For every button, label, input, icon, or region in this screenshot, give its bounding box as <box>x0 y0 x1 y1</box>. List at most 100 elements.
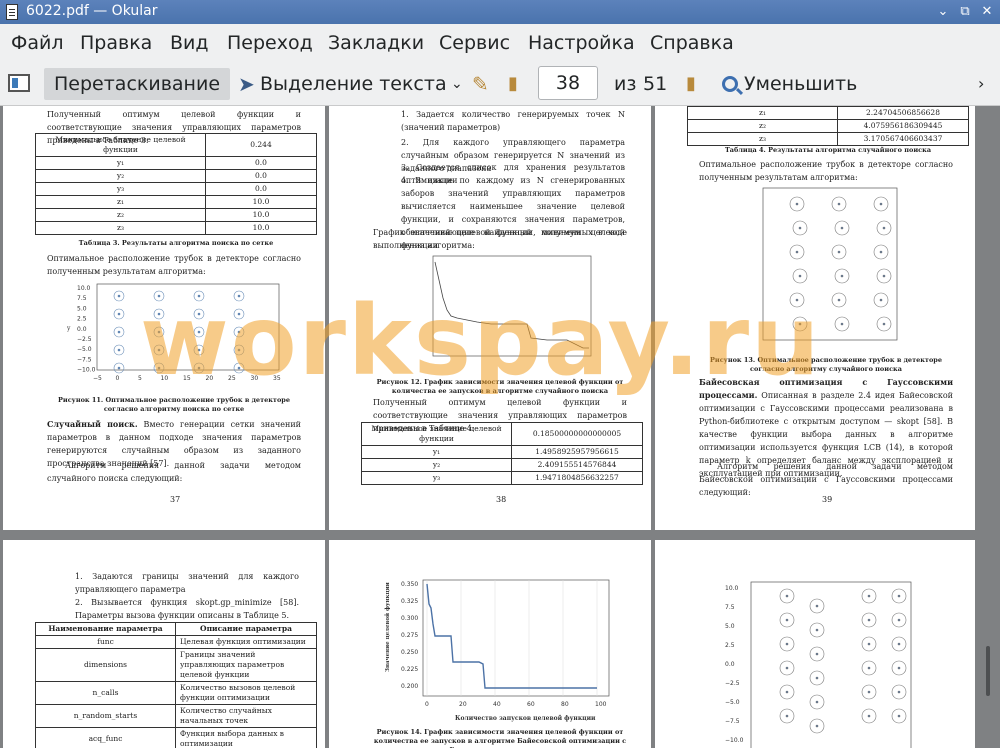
tube-marker <box>867 594 871 598</box>
y-tick-label: −2.5 <box>725 680 740 687</box>
x-tick-label: 20 <box>459 701 467 708</box>
tube-marker <box>795 250 799 254</box>
tube-marker <box>117 312 121 316</box>
page-38-table: Минимальное значение целевой функции 0.18… <box>361 422 643 485</box>
tube-marker <box>879 250 883 254</box>
y-tick-label: 5.0 <box>725 623 735 630</box>
text-select-button[interactable]: Выделение текста <box>260 68 447 100</box>
tube-marker <box>815 700 819 704</box>
menu-bookmarks[interactable]: Закладки <box>328 32 424 54</box>
tube-marker <box>785 642 789 646</box>
tube-marker <box>785 690 789 694</box>
tube-marker <box>117 330 121 334</box>
tube-marker <box>840 322 844 326</box>
y-tick-label: 0.200 <box>401 683 418 690</box>
x-tick-label: 100 <box>595 701 607 708</box>
zoom-out-icon <box>722 76 738 92</box>
page-total: 51 <box>643 73 668 95</box>
page-39-number: 39 <box>822 495 833 504</box>
tube-marker <box>897 666 901 670</box>
menu-file[interactable]: Файл <box>11 32 64 54</box>
page-37-fig-caption: Рисунок 11. Оптимальное расположение тру… <box>58 396 290 413</box>
tube-marker <box>897 714 901 718</box>
x-tick-label: 80 <box>561 701 569 708</box>
toolbar-overflow-icon[interactable]: › <box>978 68 984 100</box>
maximize-icon[interactable]: ⧉ <box>956 3 974 21</box>
y-tick-label: −5.0 <box>77 346 92 353</box>
y-tick-label: 0.0 <box>77 326 87 333</box>
zoom-out-button[interactable]: Уменьшить <box>722 68 857 100</box>
tube-marker <box>815 676 819 680</box>
next-page-icon[interactable]: ▮ <box>686 68 696 100</box>
y-tick-label: 0.0 <box>725 661 735 668</box>
watermark-text: workspay.ru <box>140 285 822 397</box>
tube-marker <box>897 594 901 598</box>
y-tick-label: 0.225 <box>401 666 418 673</box>
menu-tools[interactable]: Сервис <box>439 32 510 54</box>
tube-marker <box>897 690 901 694</box>
tube-marker <box>117 348 121 352</box>
page-39-table-caption: Таблица 4. Результаты алгоритма случайно… <box>724 146 932 154</box>
close-icon[interactable]: ✕ <box>978 3 996 21</box>
tube-marker <box>117 294 121 298</box>
tube-marker <box>815 604 819 608</box>
pen-icon[interactable]: ✎ <box>472 68 489 100</box>
page-41-x-label: Количество запусков целевой функции <box>455 715 596 722</box>
y-tick-label: 0.275 <box>401 632 418 639</box>
page-41-line-chart: 0.350 0.325 0.300 0.275 0.250 0.225 0.200 0 20 4… <box>384 579 610 722</box>
tube-marker <box>867 690 871 694</box>
page-40: 1. Задаются границы значений для каждого… <box>3 540 325 748</box>
chevron-down-icon[interactable]: ⌄ <box>451 68 463 100</box>
tube-marker <box>867 618 871 622</box>
y-tick-label: 10.0 <box>77 285 91 292</box>
page-37-para1: Оптимальное расположение трубок в детект… <box>47 254 301 276</box>
tube-marker <box>795 202 799 206</box>
menu-go[interactable]: Переход <box>227 32 313 54</box>
tube-marker <box>897 642 901 646</box>
toolbar: Перетаскивание ➤ Выделение текста ⌄ ✎ ▮ … <box>0 62 1000 106</box>
y-tick-label: 0.350 <box>401 581 418 588</box>
x-tick-label: 60 <box>527 701 535 708</box>
page-41: 0.350 0.325 0.300 0.275 0.250 0.225 0.200 0 20 4… <box>329 540 651 748</box>
y-tick-label: 0.300 <box>401 615 418 622</box>
page-number-input[interactable]: 38 <box>538 66 598 100</box>
tube-marker <box>882 226 886 230</box>
page-38-number: 38 <box>496 495 507 504</box>
tube-marker <box>117 366 121 370</box>
y-tick-label: 10.0 <box>725 585 739 592</box>
browse-tool-button[interactable]: Перетаскивание <box>44 68 231 100</box>
menu-edit[interactable]: Правка <box>80 32 152 54</box>
window-title: 6022.pdf — Okular <box>26 3 158 19</box>
tube-marker <box>785 714 789 718</box>
page-40-list-2: 2. Вызывается функция skopt.gp_minimize … <box>75 598 299 620</box>
tube-marker <box>882 322 886 326</box>
previous-page-icon[interactable]: ▮ <box>508 68 518 100</box>
menu-help[interactable]: Справка <box>650 32 734 54</box>
sidebar-toggle-icon[interactable] <box>8 74 30 92</box>
page-39-table: z₁ 2.24704506856628 z₂ 4.075956186309445 z… <box>687 106 969 146</box>
y-tick-label: 0.250 <box>401 649 418 656</box>
tube-marker <box>882 274 886 278</box>
tube-marker <box>837 250 841 254</box>
page-37-table: Минимальное значение целевой функции 0.24… <box>35 133 317 235</box>
scrollbar-thumb[interactable] <box>986 646 990 696</box>
title-bar: 6022.pdf — Okular ⌄ ⧉ ✕ <box>0 0 1000 24</box>
tube-marker <box>785 666 789 670</box>
menu-settings[interactable]: Настройка <box>528 32 635 54</box>
y-tick-label: −7.5 <box>725 718 740 725</box>
x-tick-label: 0 <box>425 701 429 708</box>
y-tick-label: −7.5 <box>77 356 92 363</box>
page-of-label: из <box>614 73 637 95</box>
menu-view[interactable]: Вид <box>170 32 209 54</box>
tube-marker <box>837 298 841 302</box>
tube-marker <box>798 226 802 230</box>
document-view[interactable]: Полученный оптимум целевой функции и соо… <box>0 106 1000 748</box>
tube-marker <box>879 298 883 302</box>
tube-marker <box>879 202 883 206</box>
y-tick-label: 7.5 <box>77 295 87 302</box>
tube-marker <box>785 618 789 622</box>
minimize-icon[interactable]: ⌄ <box>934 3 952 21</box>
page-42: 10.07.55.02.50.0−2.5−5.0−7.5−10.0 −50510… <box>655 540 975 748</box>
cursor-icon: ➤ <box>238 72 255 96</box>
y-tick-label: 2.5 <box>77 316 87 323</box>
